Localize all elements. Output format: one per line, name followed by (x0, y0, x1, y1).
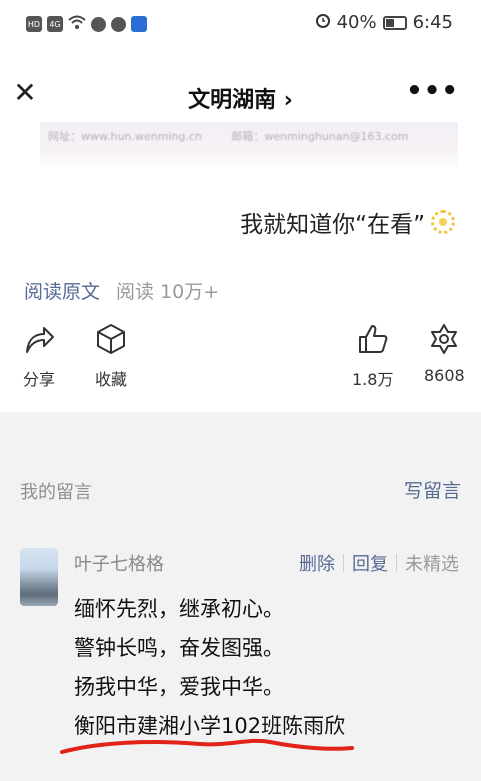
favorite-label: 收藏 (94, 370, 127, 389)
read-row: 阅读原文 阅读 10万+ (24, 277, 219, 304)
battery-icon (382, 15, 407, 30)
nav-bar: ✕ 文明湖南 › ••• (0, 70, 481, 120)
red-underline-mark (60, 738, 354, 754)
more-options-icon[interactable]: ••• (406, 76, 459, 106)
wifi-icon (68, 14, 86, 34)
featured-status: 未精选 (405, 554, 459, 575)
delete-button[interactable]: 删除 (299, 550, 335, 576)
article-footer-image: 网址：www.hun.wenming.cn 邮箱：wenminghunan@16… (40, 122, 458, 170)
battery-percent: 40% (336, 12, 377, 33)
comment-line: 扬我中华，爱我中华。 (74, 675, 284, 699)
cube-icon (97, 324, 125, 354)
wow-flower-icon (431, 324, 458, 354)
email-text: 邮箱：wenminghunan@163.com (231, 130, 409, 143)
like-button[interactable]: 1.8万 (352, 322, 393, 390)
knew-text: 我就知道你“在看” (240, 212, 425, 238)
like-count: 1.8万 (352, 370, 394, 389)
read-original-link[interactable]: 阅读原文 (24, 277, 100, 304)
article-footer-text: 网址：www.hun.wenming.cn 邮箱：wenminghunan@16… (48, 128, 434, 144)
favorite-button[interactable]: 收藏 (94, 322, 128, 390)
chat-bubble-icon (111, 16, 126, 32)
article-actions: 分享 收藏 1.8万 8608 (0, 322, 481, 402)
divider (343, 554, 344, 572)
comment-line: 警钟长鸣，奋发图强。 (74, 636, 284, 660)
my-comments-label: 我的留言 (20, 482, 92, 503)
alarm-icon (315, 12, 331, 33)
wechat-icon (91, 16, 106, 32)
status-right: 40% 6:45 (315, 12, 453, 33)
knew-you-watch: 我就知道你“在看” (240, 205, 455, 239)
divider (396, 554, 397, 572)
share-icon (26, 327, 54, 353)
write-comment-button[interactable]: 写留言 (404, 476, 461, 503)
comment-body: 缅怀先烈，继承初心。 警钟长鸣，奋发图强。 扬我中华，爱我中华。 衡阳市建湘小学… (74, 590, 345, 746)
sun-emoji-icon (431, 210, 455, 234)
read-count: 阅读 10万+ (116, 281, 220, 303)
clock: 6:45 (412, 12, 453, 33)
thumbs-up-icon (358, 325, 388, 353)
status-bar: HD 4G 40% 6:45 (0, 0, 481, 52)
website-text: 网址：www.hun.wenming.cn (48, 130, 202, 143)
hd-icon: HD (26, 16, 42, 32)
share-label: 分享 (22, 370, 55, 389)
comment-line: 缅怀先烈，继承初心。 (74, 597, 284, 621)
signal-4g-icon: 4G (47, 16, 63, 32)
wow-button[interactable]: 8608 (424, 322, 465, 385)
app-icon (131, 16, 147, 32)
comment-actions: 删除 回复 未精选 (299, 550, 459, 576)
comment-author: 叶子七格格 (74, 554, 164, 575)
share-button[interactable]: 分享 (22, 322, 56, 390)
reply-button[interactable]: 回复 (352, 550, 388, 576)
avatar[interactable] (20, 548, 58, 606)
wow-count: 8608 (424, 366, 465, 385)
status-left-icons: HD 4G (26, 14, 147, 34)
